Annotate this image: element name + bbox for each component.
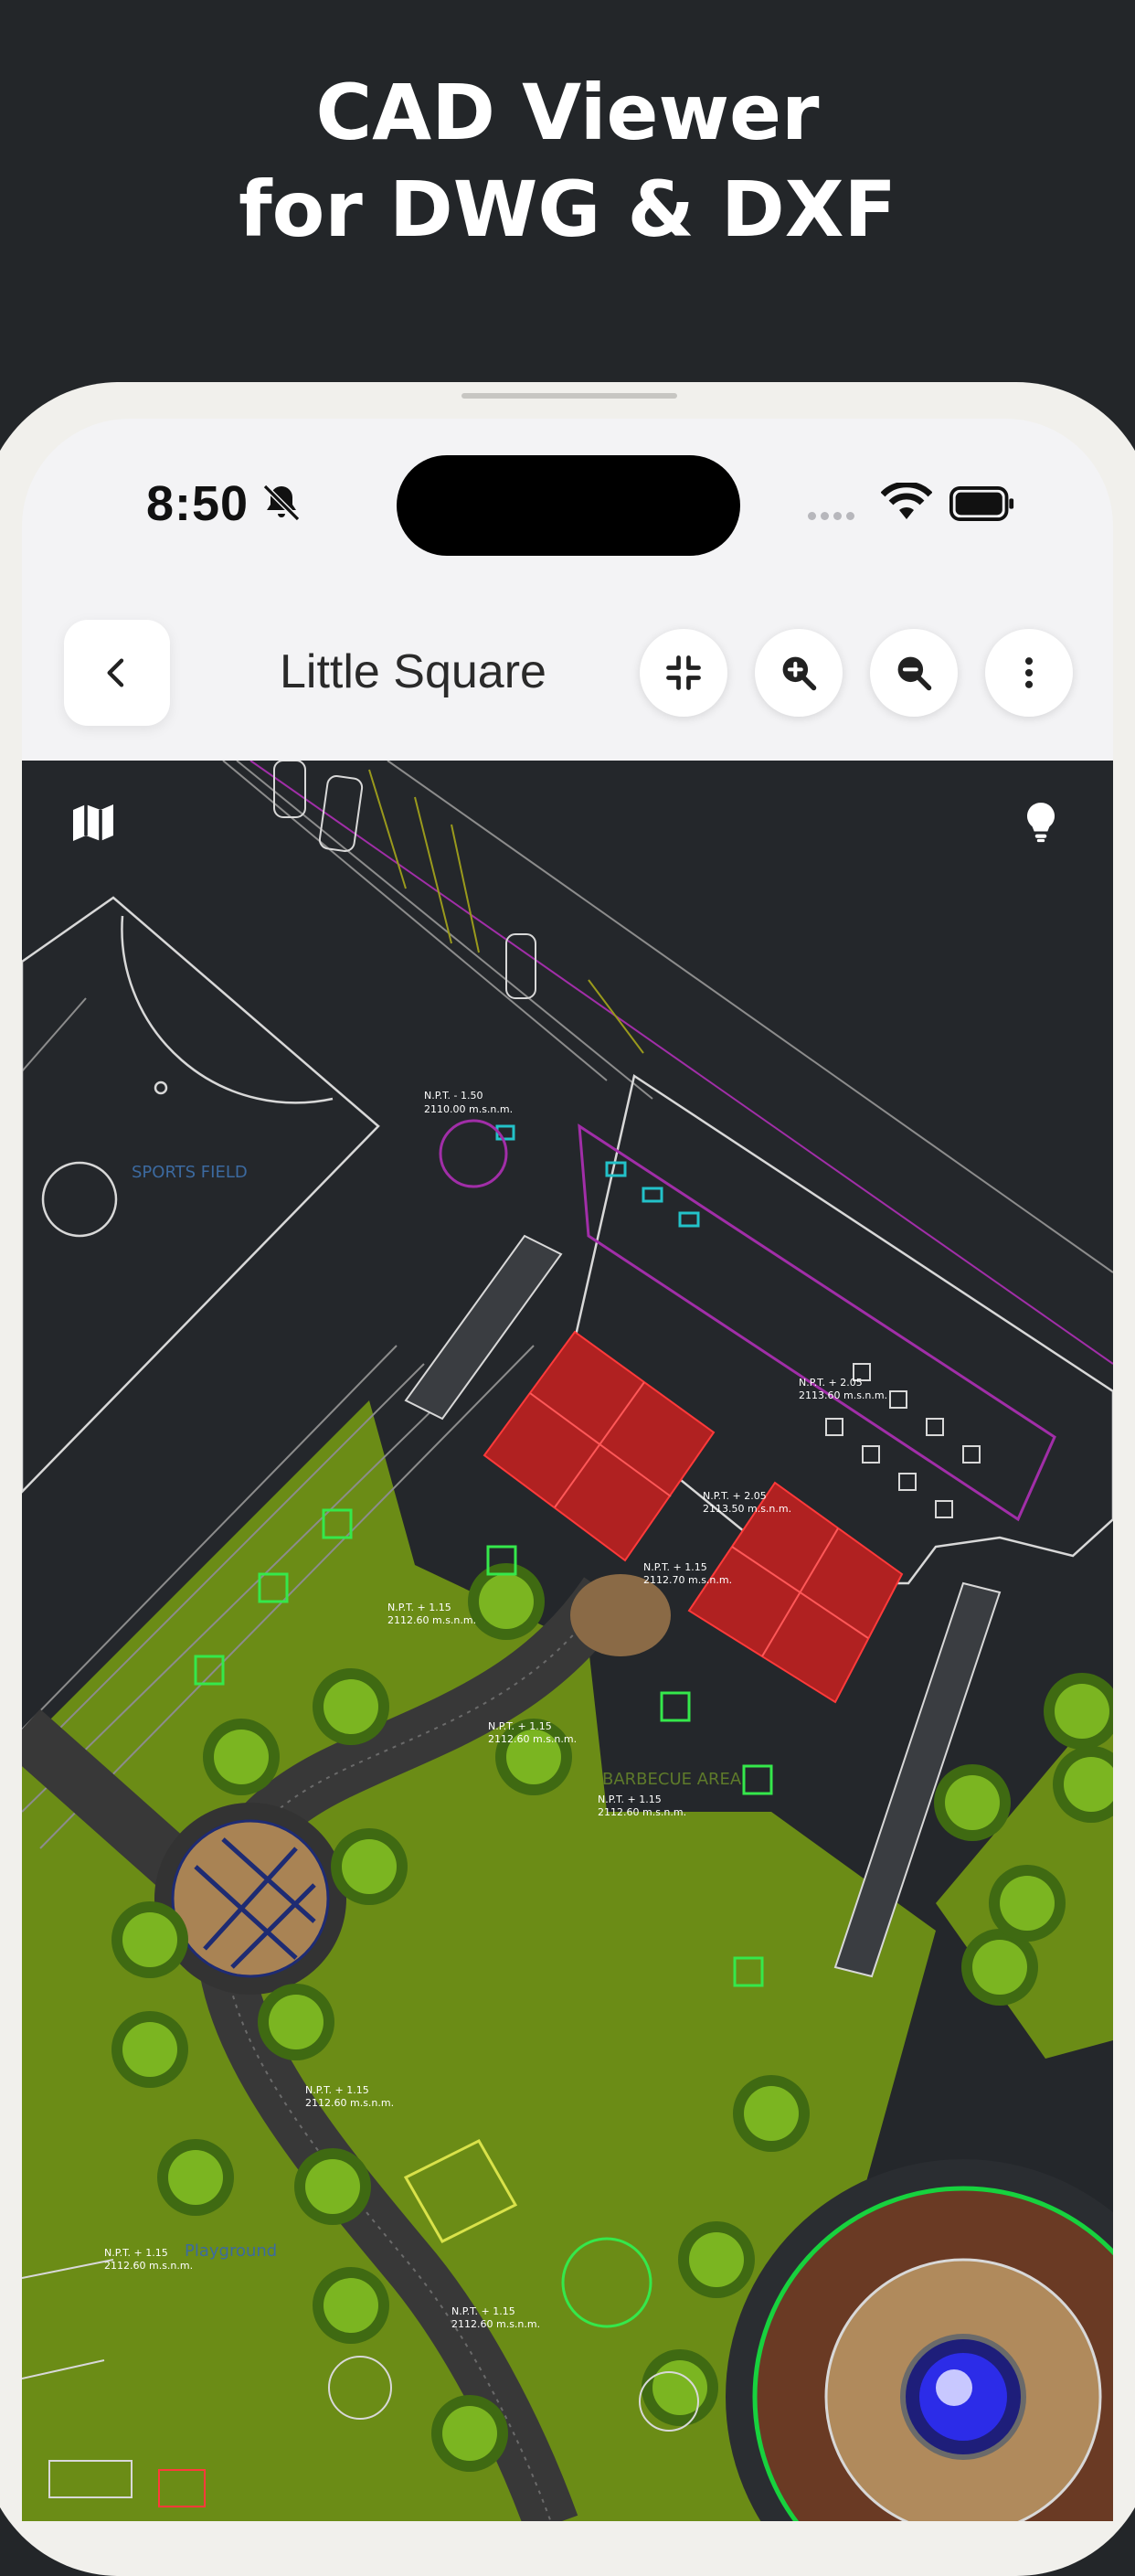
- level-value: 2112.60 m.s.n.m.: [104, 2260, 193, 2272]
- level-label: N.P.T. + 1.15: [387, 1602, 451, 1613]
- barbecue-area-label: BARBECUE AREA: [602, 1770, 742, 1789]
- property-line: [249, 761, 1113, 1365]
- silent-bell-icon: [262, 484, 301, 522]
- playground-label: Playground: [185, 2241, 277, 2261]
- zoom-out-button[interactable]: [870, 629, 958, 717]
- lightbulb-icon[interactable]: [1025, 801, 1056, 843]
- phone-screen: 8:50 Little Square SPORTS FIELD N.P.T. -…: [22, 419, 1113, 2521]
- sports-field: [22, 896, 380, 1494]
- level-value: 2113.50 m.s.n.m.: [703, 1503, 791, 1515]
- map-icon[interactable]: [71, 801, 115, 845]
- level-label: N.P.T. + 1.15: [488, 1720, 552, 1732]
- level-value: 2113.60 m.s.n.m.: [799, 1389, 887, 1401]
- sports-field-label: SPORTS FIELD: [132, 1163, 248, 1182]
- status-bar: 8:50: [22, 419, 1113, 556]
- level-value: 2112.60 m.s.n.m.: [451, 2318, 540, 2330]
- level-label: N.P.T. + 1.15: [305, 2084, 369, 2096]
- promo-title-line1: CAD Viewer: [315, 68, 820, 157]
- level-value: 2112.60 m.s.n.m.: [488, 1733, 577, 1745]
- level-value: 2112.60 m.s.n.m.: [387, 1614, 476, 1626]
- level-label: N.P.T. + 1.15: [104, 2247, 168, 2259]
- cad-drawing-canvas[interactable]: SPORTS FIELD N.P.T. - 1.50 2110.00 m.s.n…: [22, 761, 1113, 2521]
- level-label: N.P.T. + 1.15: [451, 2305, 515, 2317]
- more-vertical-icon: [1024, 657, 1034, 688]
- parked-cars: [273, 761, 536, 999]
- level-value: 2112.70 m.s.n.m.: [643, 1574, 732, 1586]
- level-label: N.P.T. + 1.15: [643, 1561, 707, 1573]
- battery-icon: [949, 486, 1014, 521]
- wifi-icon: [881, 483, 932, 519]
- restroom-fixtures: [495, 1124, 700, 1228]
- stair-tower: [439, 1119, 508, 1188]
- zoom-in-icon: [782, 656, 817, 691]
- back-button[interactable]: [64, 620, 170, 726]
- document-title: Little Square: [280, 645, 546, 698]
- zoom-in-button[interactable]: [755, 629, 843, 717]
- compress-icon: [666, 655, 701, 690]
- signal-icon: [808, 508, 859, 525]
- level-value: 2110.00 m.s.n.m.: [424, 1103, 513, 1115]
- more-options-button[interactable]: [985, 629, 1073, 717]
- promo-title-line2: for DWG & DXF: [239, 165, 896, 254]
- dynamic-island: [397, 455, 740, 556]
- level-label: N.P.T. - 1.50: [424, 1090, 483, 1102]
- level-label: N.P.T. + 2.05: [703, 1490, 767, 1502]
- level-label: N.P.T. + 1.15: [598, 1794, 662, 1805]
- chevron-left-icon: [107, 658, 124, 687]
- fountain-highlight: [936, 2369, 972, 2406]
- cad-drawing: SPORTS FIELD N.P.T. - 1.50 2110.00 m.s.n…: [22, 761, 1113, 2521]
- promo-headline: CAD Viewer for DWG & DXF: [0, 64, 1135, 258]
- level-value: 2112.60 m.s.n.m.: [598, 1806, 686, 1818]
- zoom-out-icon: [897, 656, 932, 691]
- level-label: N.P.T. + 2.05: [799, 1377, 863, 1389]
- fit-to-screen-button[interactable]: [640, 629, 727, 717]
- round-plaza-small: [570, 1574, 671, 1656]
- level-value: 2112.60 m.s.n.m.: [305, 2097, 394, 2109]
- phone-top-edge: [461, 393, 677, 399]
- canopy-roof-2: [687, 1481, 904, 1704]
- status-time: 8:50: [146, 476, 249, 531]
